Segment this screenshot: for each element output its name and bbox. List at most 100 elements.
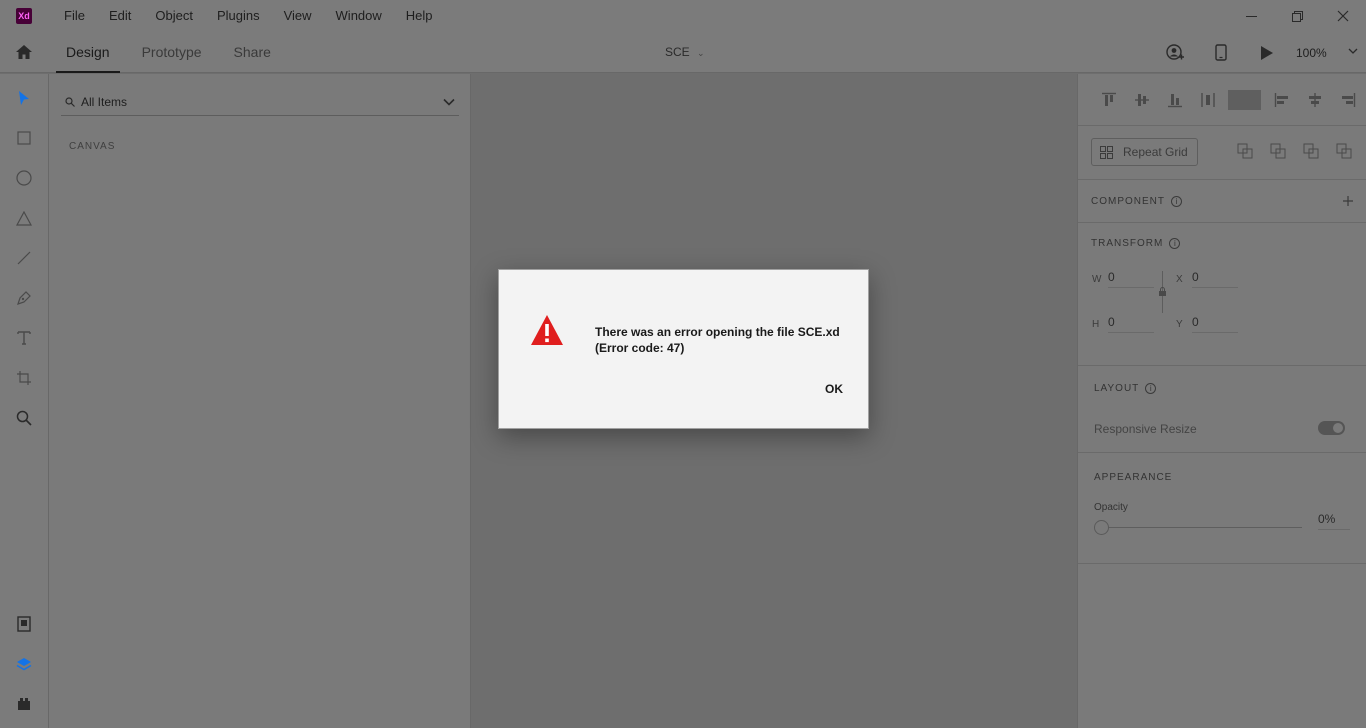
artboard-tool[interactable] (14, 368, 34, 388)
opacity-slider-handle[interactable] (1094, 520, 1109, 535)
select-arrow-icon (19, 91, 29, 105)
restore-button[interactable] (1274, 0, 1320, 32)
align-right-button[interactable] (1331, 90, 1364, 110)
repeat-grid-label: Repeat Grid (1123, 145, 1188, 159)
component-label: COMPONENT i (1091, 196, 1182, 207)
preview-play-button[interactable] (1244, 45, 1290, 61)
zoom-tool[interactable] (14, 408, 34, 428)
menu-object[interactable]: Object (143, 0, 205, 32)
layers-filter-value: All Items (81, 94, 128, 109)
align-bottom-button[interactable] (1158, 90, 1191, 110)
add-component-button[interactable] (1343, 193, 1353, 211)
align-middle-button[interactable] (1125, 90, 1158, 110)
xd-logo-icon: Xd (16, 8, 32, 24)
info-icon[interactable]: i (1171, 196, 1182, 207)
pen-icon (17, 291, 31, 305)
menu-help[interactable]: Help (394, 0, 445, 32)
component-section: COMPONENT i (1078, 181, 1366, 223)
boolean-intersect-icon (1303, 143, 1318, 159)
info-icon[interactable]: i (1145, 383, 1157, 394)
artboard-icon (17, 371, 31, 385)
polygon-tool[interactable] (14, 208, 34, 228)
tab-prototype[interactable]: Prototype (132, 32, 212, 73)
opacity-value[interactable]: 0% (1318, 512, 1350, 530)
assets-icon (17, 616, 31, 632)
line-icon (17, 251, 31, 265)
subtract-boolean-button[interactable] (1261, 143, 1294, 159)
y-field[interactable]: Y 0 (1176, 315, 1238, 333)
select-tool[interactable] (14, 88, 34, 108)
mode-tabs: Design Prototype Share (56, 32, 293, 73)
close-window-button[interactable] (1320, 0, 1366, 32)
mode-toolbar: Design Prototype Share SCE ⌄ 100% (0, 32, 1366, 73)
text-icon (17, 331, 31, 345)
document-title-dropdown[interactable]: SCE ⌄ (665, 32, 705, 74)
width-field[interactable]: W 0 (1092, 270, 1154, 288)
tool-rail (0, 74, 49, 728)
width-value[interactable]: 0 (1108, 270, 1154, 288)
zoom-value: 100% (1296, 45, 1327, 60)
exclude-boolean-button[interactable] (1327, 143, 1360, 159)
zoom-dropdown[interactable]: 100% (1296, 46, 1366, 60)
text-tool[interactable] (14, 328, 34, 348)
layers-panel-button[interactable] (14, 654, 34, 674)
width-label: W (1092, 273, 1102, 285)
error-message: There was an error opening the file SCE.… (595, 324, 840, 356)
x-value[interactable]: 0 (1192, 270, 1238, 288)
height-value[interactable]: 0 (1108, 315, 1154, 333)
menu-plugins[interactable]: Plugins (205, 0, 272, 32)
intersect-boolean-button[interactable] (1294, 143, 1327, 159)
rectangle-tool[interactable] (14, 128, 34, 148)
height-label: H (1092, 318, 1100, 330)
ellipse-tool[interactable] (14, 168, 34, 188)
menu-window[interactable]: Window (324, 0, 394, 32)
distribute-icon (1200, 93, 1215, 107)
play-icon (1261, 45, 1273, 60)
plus-icon (1343, 196, 1353, 206)
line-tool[interactable] (14, 248, 34, 268)
align-left-icon (1274, 93, 1288, 107)
close-icon (1337, 10, 1349, 22)
grid-icon (1100, 145, 1113, 159)
ellipse-icon (16, 170, 32, 186)
plugins-panel-button[interactable] (14, 694, 34, 714)
tab-share[interactable]: Share (224, 32, 281, 73)
repeat-grid-button[interactable]: Repeat Grid (1091, 138, 1198, 166)
align-left-button[interactable] (1265, 90, 1298, 110)
error-dialog: There was an error opening the file SCE.… (498, 269, 869, 429)
align-toolbar (1078, 74, 1366, 126)
appearance-label: APPEARANCE (1094, 472, 1173, 483)
transform-label: TRANSFORM i (1091, 238, 1181, 249)
minimize-button[interactable] (1228, 0, 1274, 32)
device-preview-button[interactable] (1198, 44, 1244, 61)
tab-design[interactable]: Design (56, 32, 120, 73)
menu-view[interactable]: View (272, 0, 324, 32)
layers-filter-dropdown[interactable]: All Items (61, 88, 459, 116)
y-label: Y (1176, 318, 1183, 330)
info-icon[interactable]: i (1169, 238, 1181, 249)
menu-file[interactable]: File (52, 0, 97, 32)
invite-button[interactable] (1152, 43, 1198, 62)
ok-button[interactable]: OK (825, 382, 843, 396)
assets-panel-button[interactable] (14, 614, 34, 634)
align-top-button[interactable] (1092, 90, 1125, 110)
y-value[interactable]: 0 (1192, 315, 1238, 333)
align-top-icon (1101, 92, 1116, 106)
menu-edit[interactable]: Edit (97, 0, 143, 32)
distribute-vertical-button[interactable] (1191, 90, 1224, 110)
x-field[interactable]: X 0 (1176, 270, 1238, 288)
home-button[interactable] (12, 41, 36, 63)
x-label: X (1176, 273, 1183, 285)
triangle-icon (16, 210, 32, 226)
add-boolean-button[interactable] (1228, 143, 1261, 159)
opacity-slider-track[interactable] (1102, 527, 1302, 528)
toolbar-right: 100% (1152, 32, 1366, 73)
lock-icon[interactable] (1158, 287, 1167, 296)
chevron-down-icon: ⌄ (697, 48, 705, 58)
appearance-section: APPEARANCE Opacity 0% (1078, 454, 1366, 564)
transform-label-text: TRANSFORM (1091, 238, 1164, 249)
align-center-button[interactable] (1298, 90, 1331, 110)
height-field[interactable]: H 0 (1092, 315, 1154, 333)
responsive-resize-toggle[interactable] (1318, 421, 1345, 435)
pen-tool[interactable] (14, 288, 34, 308)
